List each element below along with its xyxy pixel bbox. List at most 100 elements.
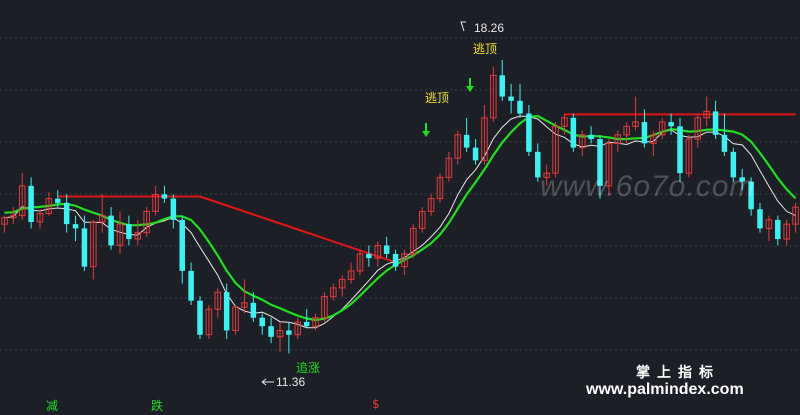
candle-body <box>366 253 372 259</box>
candle-down <box>188 262 194 305</box>
candle-down <box>286 321 292 354</box>
candle-up <box>614 130 622 152</box>
candle-up <box>45 192 53 216</box>
candle-up <box>241 279 248 314</box>
down-arrow-icon <box>422 123 430 137</box>
candle-up <box>36 209 44 229</box>
candle-down <box>757 202 763 233</box>
candle-body <box>179 219 185 271</box>
candle-down <box>28 177 34 229</box>
candle-body <box>188 270 194 301</box>
candle-body <box>499 75 505 97</box>
annotation-marks: 18.26 11.36 逃顶 逃顶 追涨 <box>261 21 504 389</box>
ma-green-line <box>4 114 797 322</box>
candle-down <box>108 207 114 250</box>
candle-body <box>508 96 514 101</box>
chase-rise-label: 追涨 <box>296 360 320 375</box>
high-price-label: 18.26 <box>474 21 504 35</box>
escape-top-label-2: 逃顶 <box>473 42 497 56</box>
watermark-site-bottom: www.palmindex.com <box>586 381 744 398</box>
candle-body <box>259 317 265 327</box>
candle-up <box>783 219 790 246</box>
candle-down <box>570 113 577 152</box>
candle-up <box>401 249 408 276</box>
candle-down <box>63 194 70 233</box>
candle-body <box>303 321 310 327</box>
candle-down <box>161 185 168 203</box>
candle-body <box>81 228 88 267</box>
signal-reduce: 减 <box>46 399 59 413</box>
candle-body <box>126 224 132 240</box>
candle-up <box>90 219 97 280</box>
candle-down <box>383 236 390 259</box>
candle-body <box>286 330 292 335</box>
candle-body <box>223 292 230 331</box>
candle-up <box>276 321 284 352</box>
candle-down <box>170 194 177 229</box>
candle-up <box>205 304 213 339</box>
candle-up <box>134 219 142 246</box>
candle-down <box>72 215 79 242</box>
candle-up <box>10 207 17 225</box>
candles <box>1 59 799 354</box>
candle-body <box>268 326 274 337</box>
moving-average-lines <box>4 114 797 329</box>
candle-up <box>427 194 435 216</box>
candle-up <box>347 262 355 284</box>
candle-down <box>508 83 514 114</box>
candle-down <box>712 100 719 140</box>
signal-buy: $ <box>372 397 380 411</box>
candle-up <box>338 275 346 297</box>
candlestick-chart: 18.26 11.36 逃顶 逃顶 追涨 <box>0 21 800 389</box>
candle-down <box>392 249 399 271</box>
candle-body <box>463 134 470 148</box>
candle-up <box>374 241 382 267</box>
candle-body <box>472 147 479 161</box>
watermark-site: www.6o7o.com <box>540 170 756 203</box>
candle-up <box>578 130 586 157</box>
candle-up <box>454 130 462 165</box>
candle-up <box>658 117 666 140</box>
ma-white-line <box>4 115 796 329</box>
candle-up <box>18 173 26 220</box>
signal-fall: 跌 <box>151 399 164 413</box>
candle-up <box>356 249 364 276</box>
candle-body <box>641 122 648 144</box>
candle-up <box>152 185 159 216</box>
candle-down <box>259 313 265 335</box>
candle-body <box>526 113 532 152</box>
candle-up <box>650 130 657 157</box>
candle-down <box>499 59 505 101</box>
candle-body <box>28 185 34 223</box>
candle-up <box>321 292 328 322</box>
candle-down <box>366 245 372 267</box>
candle-body <box>775 219 781 240</box>
watermark-brand: 掌上指标 <box>636 364 720 380</box>
candle-down <box>472 139 479 165</box>
candle-body <box>721 134 728 152</box>
low-marker-icon <box>261 378 274 386</box>
candle-down <box>179 215 185 284</box>
candle-up <box>143 207 150 237</box>
candle-down <box>517 83 523 118</box>
candle-down <box>268 317 274 344</box>
candle-up <box>436 173 444 203</box>
candle-down <box>81 215 88 271</box>
candle-body <box>588 134 594 140</box>
candle-body <box>108 215 114 246</box>
candle-body <box>392 253 399 267</box>
candle-down <box>463 117 470 152</box>
candle-up <box>418 207 426 233</box>
candle-body <box>517 100 523 114</box>
candle-up <box>98 194 106 233</box>
candle-body <box>668 122 674 127</box>
candle-up <box>481 105 488 165</box>
candle-down <box>775 215 781 246</box>
candle-body <box>72 224 79 229</box>
candle-down <box>526 105 532 157</box>
candle-body <box>383 245 390 254</box>
candle-up <box>765 215 773 242</box>
candle-up <box>792 202 799 233</box>
candle-up <box>214 287 222 318</box>
candle-body <box>161 194 168 199</box>
